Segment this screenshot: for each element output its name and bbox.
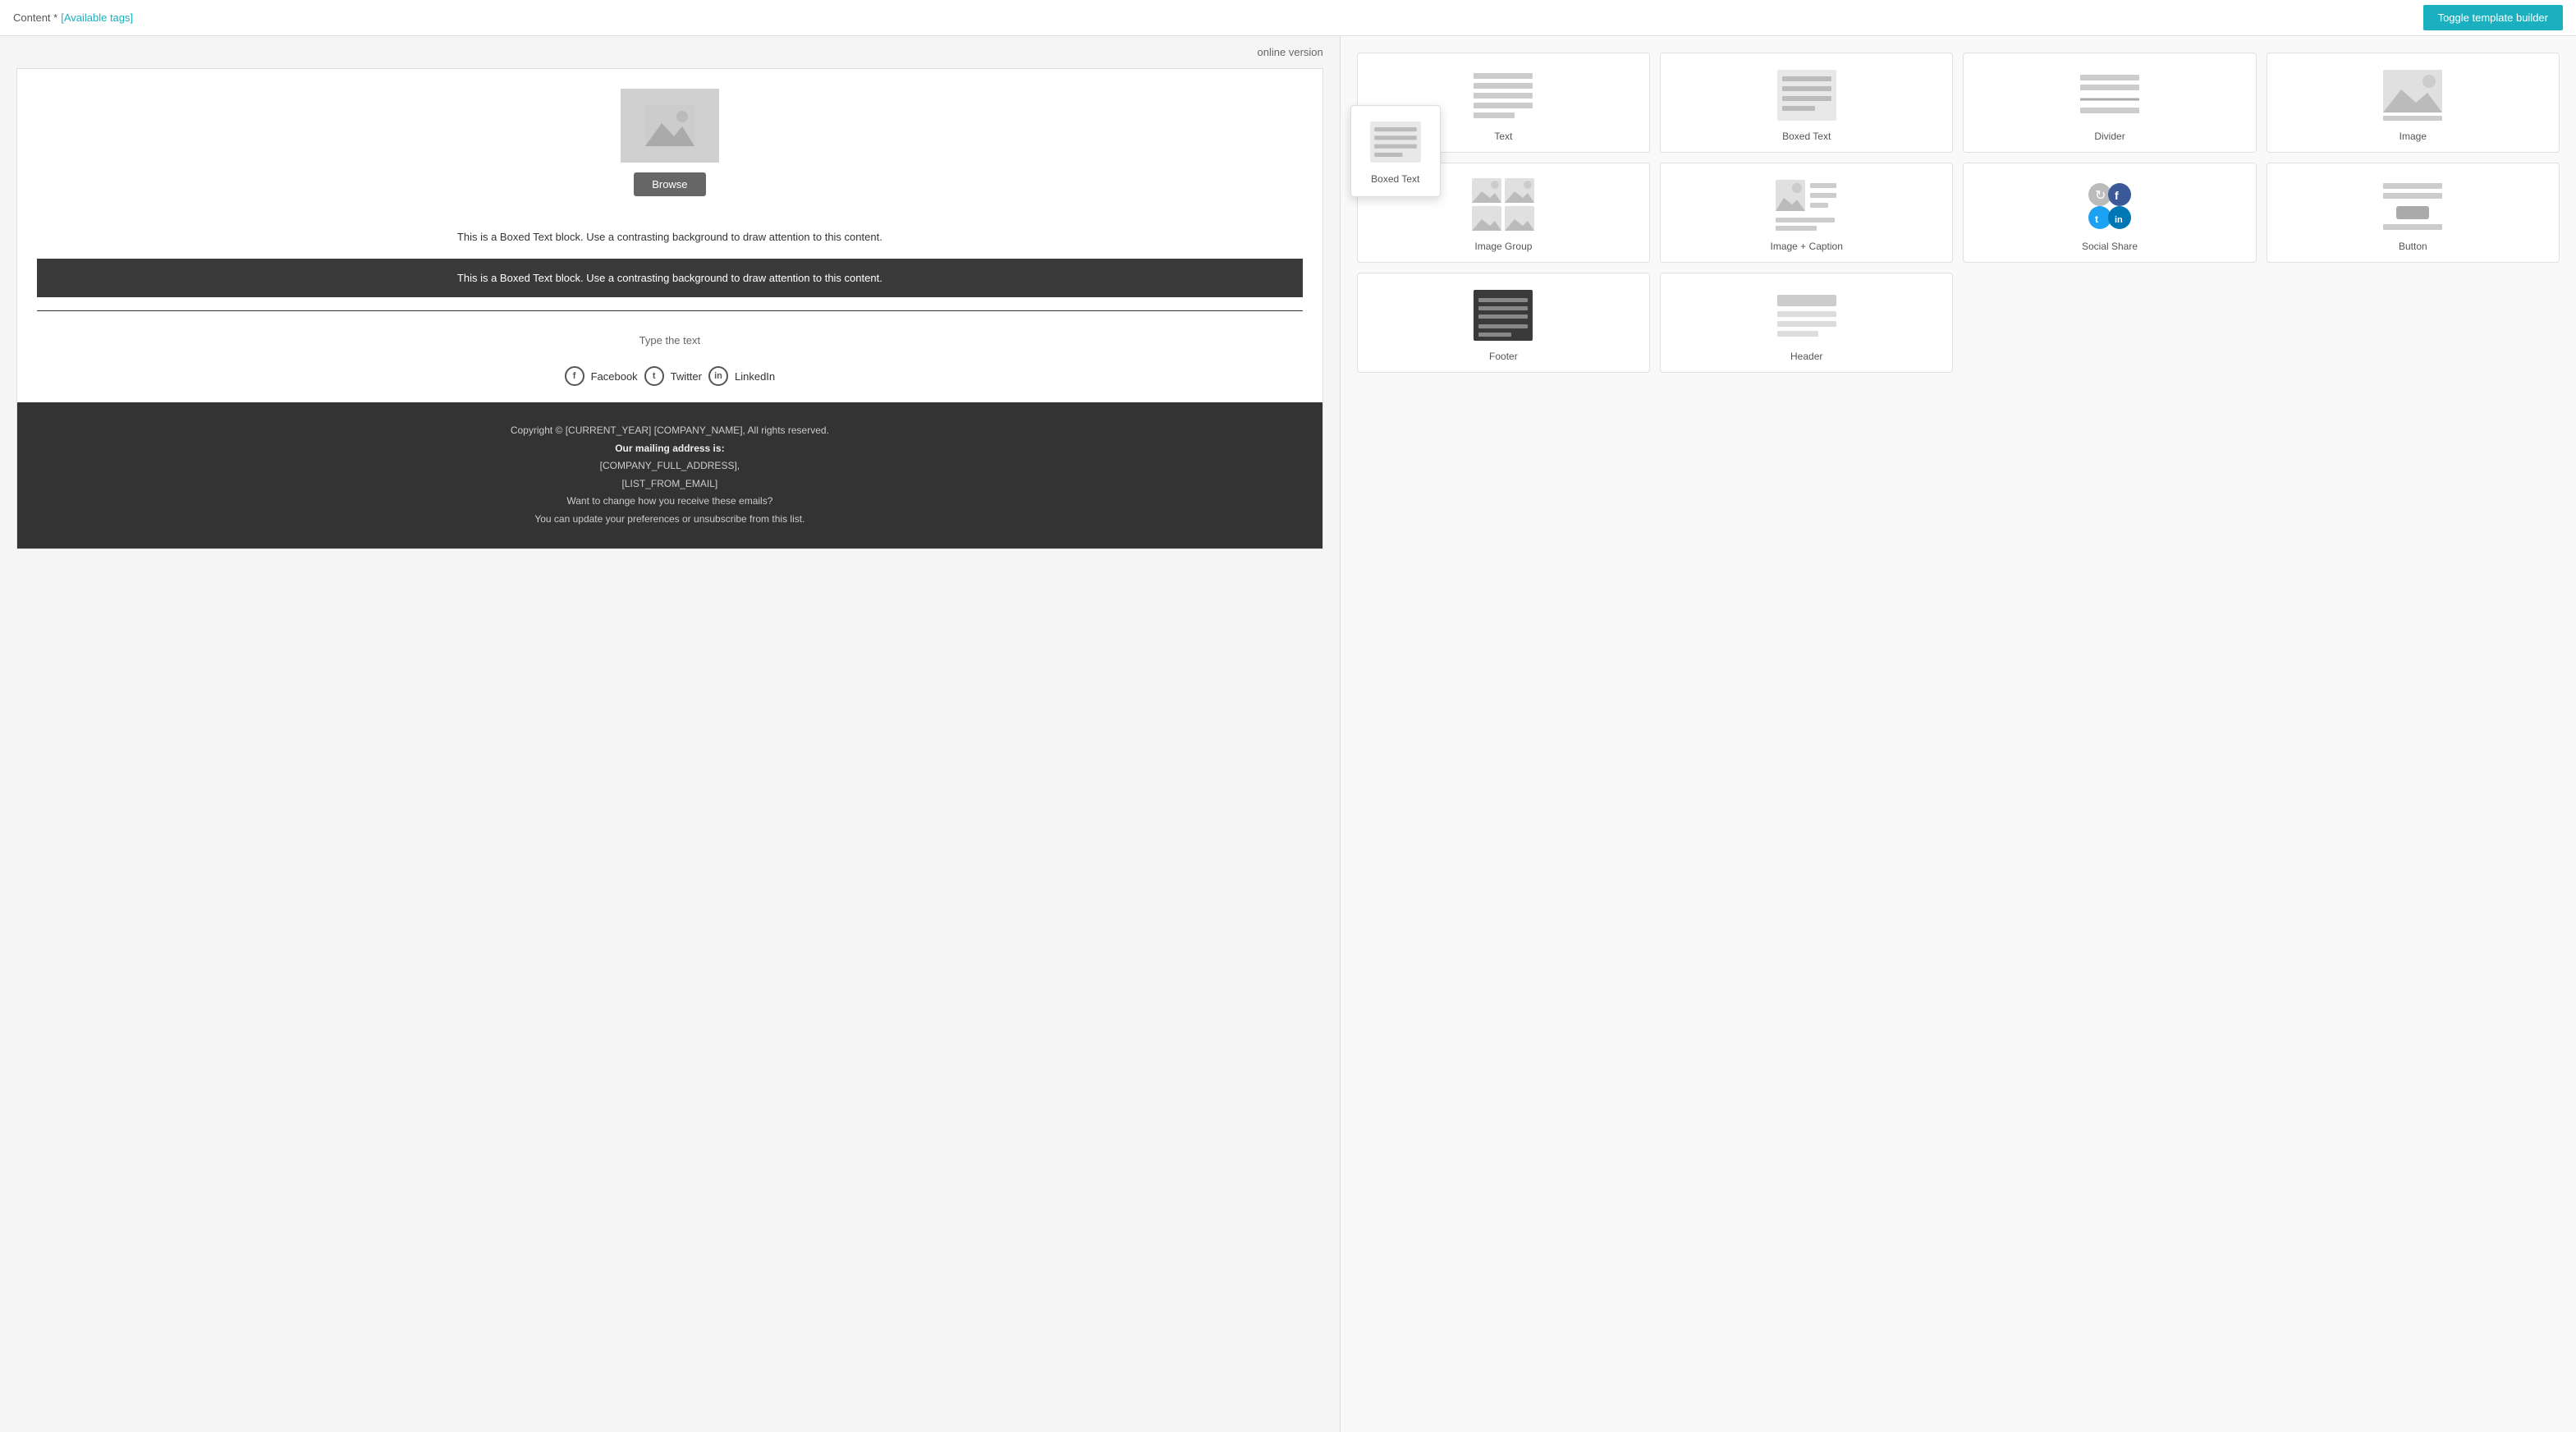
block-item-header[interactable]: Header [1660,273,1953,373]
type-text-block[interactable]: Type the text [17,324,1322,356]
footer-copyright: Copyright © [CURRENT_YEAR] [COMPANY_NAME… [37,422,1303,440]
block-item-divider[interactable]: Divider [1963,53,2256,153]
footer-unsubscribe-text: You can update your preferences or unsub… [37,511,1303,529]
blocks-grid: Text Boxed Text [1357,53,2560,373]
footer-address: [COMPANY_FULL_ADDRESS], [37,457,1303,475]
facebook-icon: f [565,366,584,386]
content-label-area: Content * [Available tags] [13,11,133,24]
footer-block-label: Footer [1489,351,1518,362]
linkedin-icon: in [708,366,728,386]
boxed-text-tooltip[interactable]: Boxed Text [1350,105,1441,197]
image-group-block-icon [1470,177,1536,234]
social-share-block-label: Social Share [2082,241,2138,252]
svg-text:f: f [2115,189,2119,202]
block-item-image-caption[interactable]: Image + Caption [1660,163,1953,263]
block-item-image[interactable]: Image [2267,53,2560,153]
social-share-block: f Facebook t Twitter in LinkedIn [17,356,1322,402]
twitter-label: Twitter [671,370,702,383]
divider-line [37,310,1303,311]
browse-button[interactable]: Browse [634,172,705,196]
svg-text:↻: ↻ [2095,189,2106,203]
divider-block-icon [2077,67,2143,124]
boxed-text-block-icon [1774,67,1840,124]
tooltip-label: Boxed Text [1371,173,1419,185]
image-block-icon [2380,67,2445,124]
block-item-footer[interactable]: Footer [1357,273,1650,373]
image-caption-block-label: Image + Caption [1771,241,1843,252]
header-block-icon [1774,287,1840,344]
svg-text:t: t [2095,213,2098,225]
boxed-text-block-label: Boxed Text [1782,131,1831,142]
text-block-icon [1470,67,1536,124]
facebook-label: Facebook [591,370,638,383]
footer-block-icon [1470,287,1536,344]
online-version-text: online version [1258,46,1323,58]
block-item-social-share[interactable]: ↻ f t in Social Share [1963,163,2256,263]
preview-panel: online version Browse This is a Boxed Te… [0,36,1340,1432]
linkedin-label: LinkedIn [735,370,775,383]
image-placeholder [621,89,719,163]
image-group-block-label: Image Group [1474,241,1532,252]
email-body: Browse This is a Boxed Text block. Use a… [16,68,1323,549]
block-item-boxed-text[interactable]: Boxed Text [1660,53,1953,153]
button-block-icon [2380,177,2445,234]
image-caption-block-icon [1774,177,1840,234]
boxed-text-block: This is a Boxed Text block. Use a contra… [37,259,1303,298]
text-block: This is a Boxed Text block. Use a contra… [17,216,1322,259]
text-block-label: Text [1494,131,1512,142]
svg-text:in: in [2115,215,2123,225]
footer-mailing-label: Our mailing address is: [37,440,1303,458]
header-block-label: Header [1790,351,1822,362]
block-item-button[interactable]: Button [2267,163,2560,263]
available-tags-link[interactable]: [Available tags] [61,11,133,24]
main-layout: online version Browse This is a Boxed Te… [0,36,2576,1432]
image-block-label: Image [2400,131,2427,142]
divider-block-label: Divider [2094,131,2125,142]
online-version-bar: online version [0,36,1340,68]
image-block: Browse [17,69,1322,216]
tooltip-icon [1367,117,1424,167]
social-share-block-icon: ↻ f t in [2077,177,2143,234]
button-block-label: Button [2399,241,2427,252]
footer-email: [LIST_FROM_EMAIL] [37,475,1303,493]
toggle-template-builder-button[interactable]: Toggle template builder [2423,5,2563,30]
footer-block: Copyright © [CURRENT_YEAR] [COMPANY_NAME… [17,402,1322,548]
footer-change-text: Want to change how you receive these ema… [37,493,1303,511]
content-label: Content * [13,11,57,24]
builder-panel: Boxed Text Text [1340,36,2576,1432]
top-bar: Content * [Available tags] Toggle templa… [0,0,2576,36]
twitter-icon: t [644,366,664,386]
